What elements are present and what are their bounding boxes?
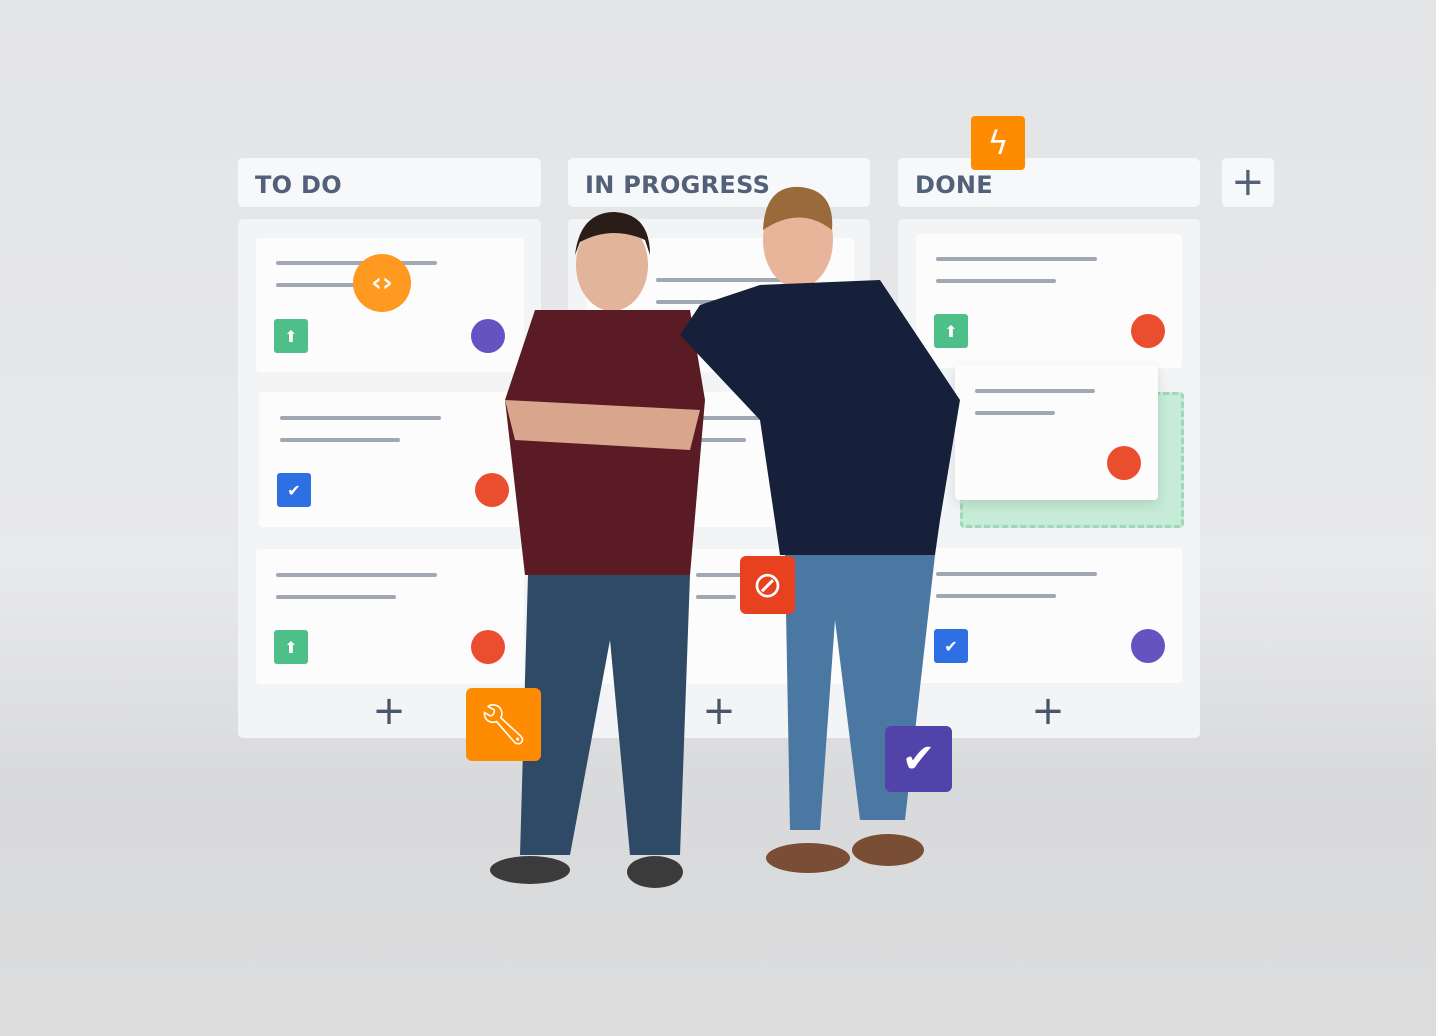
code-icon: ‹›	[353, 254, 411, 312]
blocked-icon: ⊘	[740, 556, 795, 614]
people-photo	[490, 186, 960, 888]
person-left	[490, 212, 705, 888]
wrench-icon: 🔧︎	[466, 688, 541, 761]
check-icon: ✔	[885, 726, 952, 792]
lightning-icon: ϟ	[971, 116, 1025, 170]
